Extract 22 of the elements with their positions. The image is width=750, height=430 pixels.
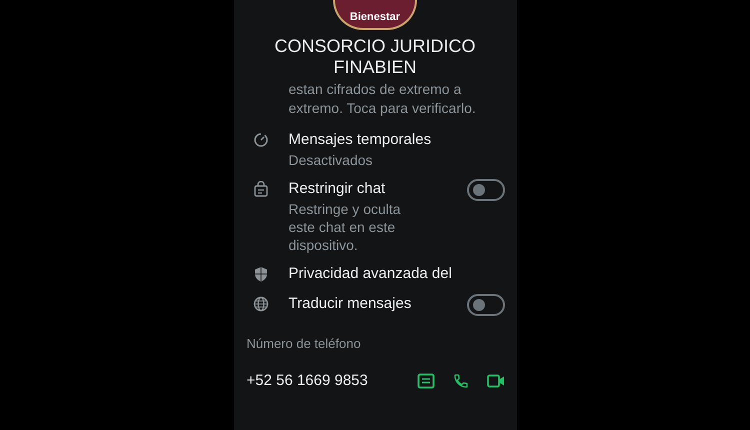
contact-name: FINABIEN	[333, 57, 416, 78]
setting-description: Desactivados	[288, 151, 374, 169]
encryption-note[interactable]: estan cifrados de extremo a	[288, 80, 516, 99]
message-icon[interactable]	[416, 373, 434, 390]
globe-icon	[252, 296, 268, 312]
setting-description: Restringe y oculta este chat en este dispositivo.	[288, 200, 402, 254]
setting-title[interactable]: Privacidad avanzada del	[288, 264, 504, 284]
section-label: Número de teléfono	[246, 336, 361, 351]
encryption-note[interactable]: extremo. Toca para verificarlo.	[288, 99, 516, 118]
toggle-switch[interactable]	[466, 179, 504, 201]
video-camera-icon[interactable]	[486, 374, 504, 388]
timer-icon	[252, 132, 268, 148]
logo-text: Bienestar	[350, 12, 400, 23]
shield-icon	[252, 266, 268, 282]
toggle-switch[interactable]	[466, 294, 504, 316]
phone-number: +52 56 1669 9853	[246, 371, 368, 391]
contact-name: CONSORCIO JURIDICO	[274, 36, 476, 57]
setting-title[interactable]: Mensajes temporales	[288, 130, 504, 150]
phone-icon[interactable]	[452, 373, 468, 390]
setting-title[interactable]: Restringir chat	[288, 179, 466, 199]
setting-title[interactable]: Traducir mensajes	[288, 294, 466, 314]
lock-chat-icon	[252, 181, 268, 197]
